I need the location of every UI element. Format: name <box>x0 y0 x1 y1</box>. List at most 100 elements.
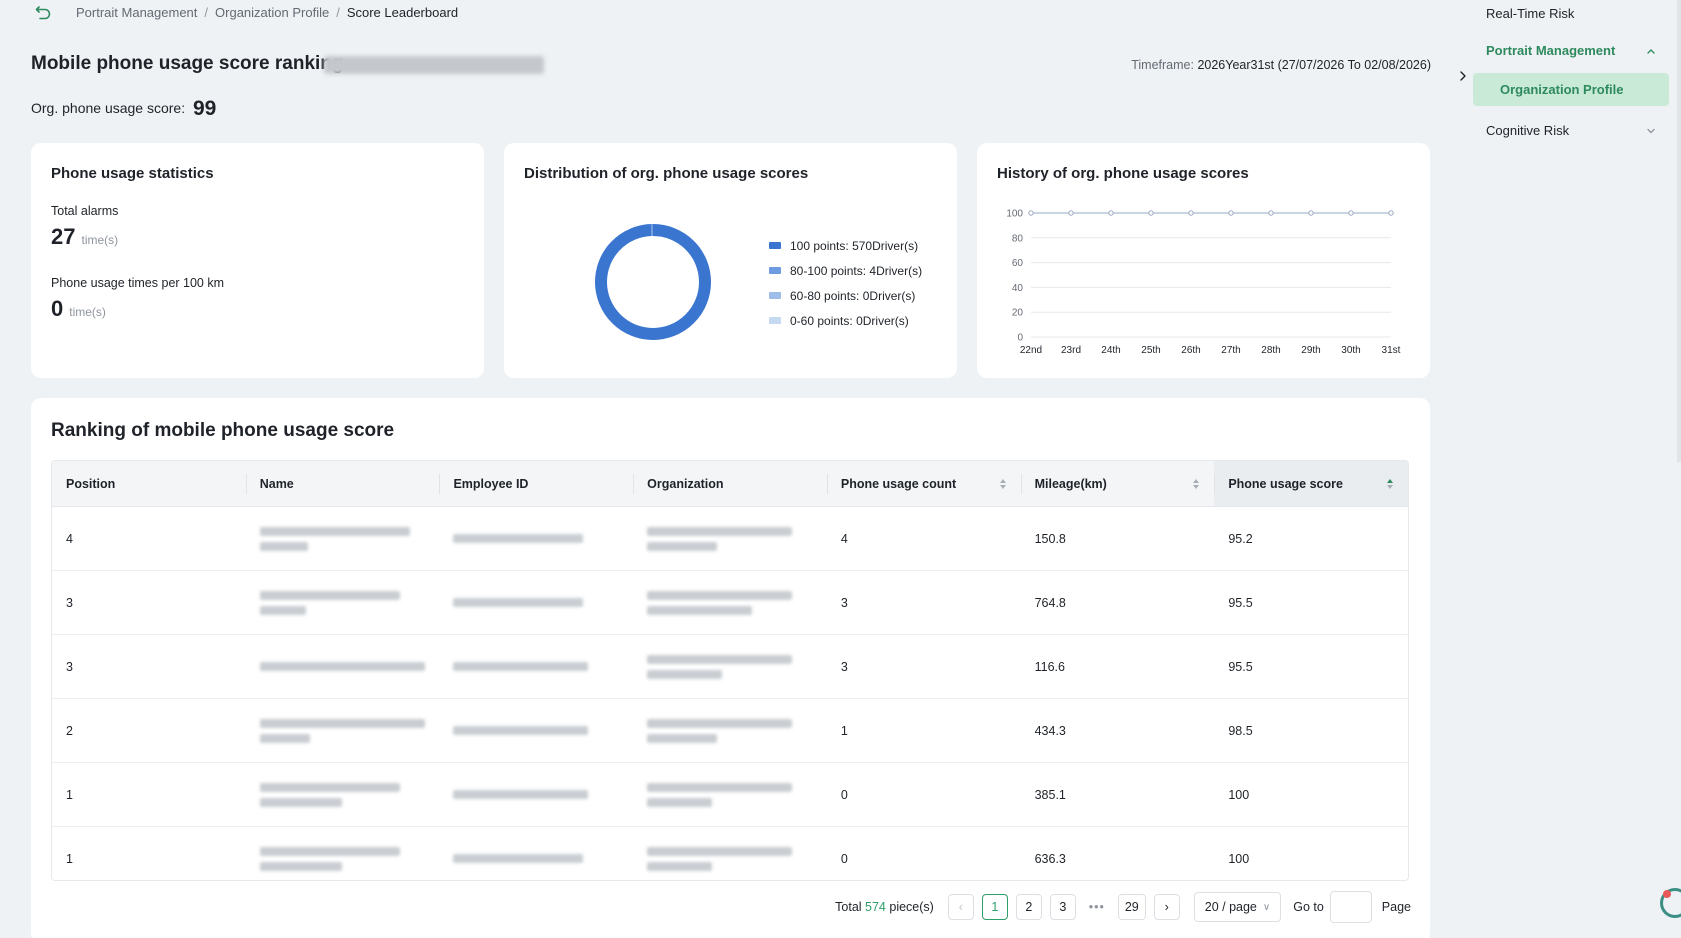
x-tick-label: 30th <box>1341 345 1360 356</box>
x-tick-label: 27th <box>1221 345 1240 356</box>
menu-group-portrait-management[interactable]: Portrait Management <box>1486 43 1615 58</box>
page-button-last[interactable]: 29 <box>1117 894 1146 920</box>
chevron-up-icon[interactable] <box>1645 45 1657 57</box>
scrollbar[interactable] <box>1677 0 1681 462</box>
data-point[interactable] <box>1308 210 1314 216</box>
sort-icon[interactable] <box>999 478 1007 490</box>
cell-position: 1 <box>66 851 73 866</box>
cell-phone-usage-score: 100 <box>1228 851 1250 866</box>
prev-page-button[interactable]: ‹ <box>947 894 974 920</box>
cell-employee-id-redacted <box>439 571 633 634</box>
page-button-3[interactable]: 3 <box>1049 894 1076 920</box>
ranking-table: Position Name Employee ID Organization P… <box>51 460 1409 881</box>
data-point[interactable] <box>1108 210 1114 216</box>
x-tick-label: 31st <box>1382 345 1401 356</box>
cell-name-redacted <box>246 635 440 698</box>
breadcrumb-link-organization-profile[interactable]: Organization Profile <box>215 5 329 20</box>
table-row[interactable]: 4 4 150.8 95.2 <box>52 507 1408 571</box>
menu-group-cognitive-risk[interactable]: Cognitive Risk <box>1486 123 1569 138</box>
donut-slice-100-points[interactable] <box>595 224 711 340</box>
data-point[interactable] <box>1268 210 1274 216</box>
column-header-organization: Organization <box>633 461 827 506</box>
org-score-value: 99 <box>193 97 217 120</box>
data-point[interactable] <box>1228 210 1234 216</box>
page-size-select[interactable]: 20 / page ∨ <box>1193 892 1282 922</box>
table-row[interactable]: 1 0 636.3 100 <box>52 827 1408 880</box>
column-header-phone-usage-score[interactable]: Phone usage score <box>1214 461 1408 506</box>
cell-employee-id-redacted <box>439 507 633 570</box>
data-point[interactable] <box>1348 210 1354 216</box>
back-icon[interactable] <box>34 3 52 21</box>
page-button-1[interactable]: 1 <box>981 894 1008 920</box>
legend-item[interactable]: 0-60 points: 0Driver(s) <box>769 308 922 333</box>
phone-usage-statistics-card: Phone usage statistics Total alarms 27 ti… <box>31 143 484 378</box>
breadcrumb-separator: / <box>336 5 340 20</box>
page-ellipsis[interactable]: ••• <box>1084 900 1110 914</box>
x-tick-label: 23rd <box>1061 345 1081 356</box>
breadcrumb: Portrait Management / Organization Profile… <box>76 5 458 20</box>
sort-icon[interactable] <box>1386 478 1394 490</box>
table-body: 4 4 150.8 95.2 3 3 764.8 95.5 3 3 116.6 … <box>52 507 1408 880</box>
data-point[interactable] <box>1028 210 1034 216</box>
chevron-right-icon[interactable] <box>1454 67 1472 85</box>
y-tick-label: 0 <box>1017 333 1023 344</box>
timeframe-value: 2026Year31st (27/07/2026 To 02/08/2026) <box>1197 58 1431 72</box>
table-row[interactable]: 3 3 116.6 95.5 <box>52 635 1408 699</box>
column-header-label: Phone usage score <box>1228 476 1343 491</box>
cell-mileage: 116.6 <box>1034 659 1065 674</box>
legend-swatch <box>769 317 781 324</box>
cell-mileage: 385.1 <box>1034 787 1066 802</box>
cell-name-redacted <box>246 571 440 634</box>
column-header-mileage[interactable]: Mileage(km) <box>1020 461 1215 506</box>
legend-item[interactable]: 100 points: 570Driver(s) <box>769 233 922 258</box>
data-point[interactable] <box>1188 210 1194 216</box>
column-header-position: Position <box>66 476 116 491</box>
cell-employee-id-redacted <box>439 699 633 762</box>
timeframe: Timeframe: 2026Year31st (27/07/2026 To 0… <box>1131 58 1431 72</box>
cell-phone-usage-score: 95.2 <box>1228 531 1253 546</box>
ranking-card: Ranking of mobile phone usage score Posi… <box>31 398 1430 938</box>
redacted-organization-name <box>324 56 544 74</box>
legend-label: 100 points: <box>790 238 849 253</box>
cell-mileage: 150.8 <box>1034 531 1066 546</box>
menu-item-real-time-risk[interactable]: Real-Time Risk <box>1486 6 1574 21</box>
column-header-name: Name <box>245 461 440 506</box>
table-row[interactable]: 3 3 764.8 95.5 <box>52 571 1408 635</box>
chevron-down-icon[interactable] <box>1645 125 1657 137</box>
table-row[interactable]: 1 0 385.1 100 <box>52 763 1408 827</box>
legend-value: 0Driver(s) <box>856 313 909 328</box>
column-header-label: Phone usage count <box>840 476 957 491</box>
notification-dot <box>1663 890 1671 898</box>
table-header: Position Name Employee ID Organization P… <box>52 461 1408 507</box>
cell-position: 2 <box>66 723 73 738</box>
breadcrumb-link-portrait-management[interactable]: Portrait Management <box>76 5 197 20</box>
cell-organization-redacted <box>633 507 827 570</box>
chevron-right-icon: › <box>1164 900 1169 914</box>
goto-page-input[interactable] <box>1329 891 1372 923</box>
sort-icon[interactable] <box>1192 478 1200 490</box>
column-header-phone-usage-count[interactable]: Phone usage count <box>826 461 1021 506</box>
cell-phone-usage-count: 4 <box>840 531 848 546</box>
y-tick-label: 80 <box>1012 233 1024 244</box>
next-page-button[interactable]: › <box>1153 894 1180 920</box>
y-tick-label: 20 <box>1012 308 1024 319</box>
cell-employee-id-redacted <box>439 635 633 698</box>
goto-label: Go to <box>1293 900 1324 914</box>
x-tick-label: 26th <box>1181 345 1200 356</box>
data-point[interactable] <box>1148 210 1154 216</box>
org-score-label: Org. phone usage score: <box>31 100 186 116</box>
cell-phone-usage-count: 3 <box>840 659 848 674</box>
data-point[interactable] <box>1068 210 1074 216</box>
cell-phone-usage-count: 3 <box>840 595 848 610</box>
pagination-total: Total 574 piece(s) <box>835 900 934 914</box>
menu-item-organization-profile[interactable]: Organization Profile <box>1473 73 1669 106</box>
legend-item[interactable]: 80-100 points: 4Driver(s) <box>769 258 922 283</box>
page-button-2[interactable]: 2 <box>1015 894 1042 920</box>
total-alarms-value: 27 <box>51 224 76 249</box>
data-point[interactable] <box>1388 210 1394 216</box>
y-tick-label: 100 <box>1006 209 1023 220</box>
legend-item[interactable]: 60-80 points: 0Driver(s) <box>769 283 922 308</box>
cell-mileage: 764.8 <box>1034 595 1066 610</box>
cell-organization-redacted <box>633 571 827 634</box>
table-row[interactable]: 2 1 434.3 98.5 <box>52 699 1408 763</box>
